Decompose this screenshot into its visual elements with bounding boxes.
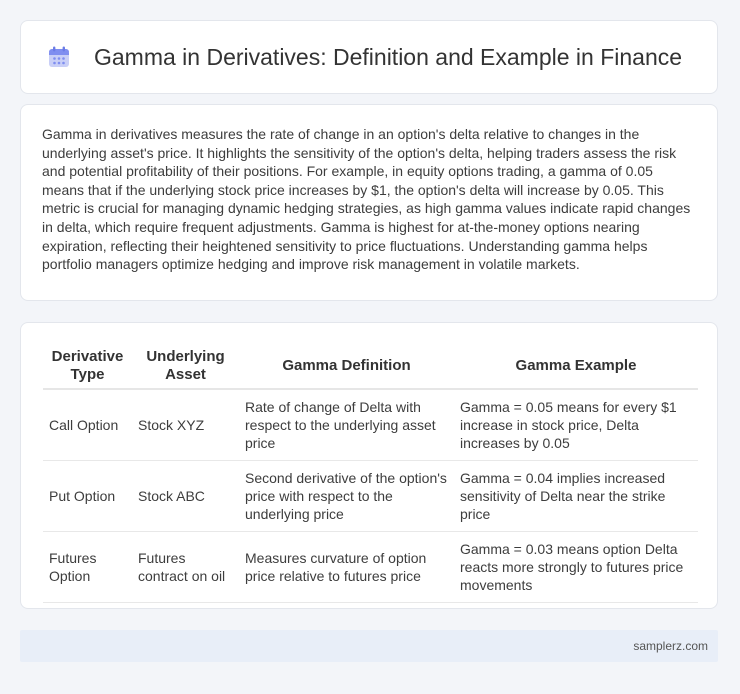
page-title: Gamma in Derivatives: Definition and Exa… xyxy=(94,43,683,70)
table-cell: Futures contract on oil xyxy=(132,531,239,603)
table-cell: Gamma = 0.03 means option Delta reacts m… xyxy=(454,531,698,603)
gamma-table: Derivative Type Underlying Asset Gamma D… xyxy=(43,344,698,603)
footer-link[interactable]: samplerz.com xyxy=(633,639,708,653)
table-row: Call Option Stock XYZ Rate of change of … xyxy=(43,389,698,461)
table-cell: Call Option xyxy=(43,389,132,461)
column-header: Gamma Example xyxy=(454,344,698,390)
table-row: Futures Option Futures contract on oil M… xyxy=(43,531,698,603)
table-cell: Gamma = 0.05 means for every $1 increase… xyxy=(454,389,698,461)
table-cell: Stock ABC xyxy=(132,460,239,532)
table-cell: Put Option xyxy=(43,460,132,532)
column-header: Underlying Asset xyxy=(132,344,239,390)
table-cell: Measures curvature of option price relat… xyxy=(239,531,454,603)
table-cell: Futures Option xyxy=(43,531,132,603)
table-cell: Stock XYZ xyxy=(132,389,239,461)
table-cell: Gamma = 0.04 implies increased sensitivi… xyxy=(454,460,698,532)
table-cell: Rate of change of Delta with respect to … xyxy=(239,389,454,461)
table-row: Put Option Stock ABC Second derivative o… xyxy=(43,460,698,532)
table-cell: Second derivative of the option's price … xyxy=(239,460,454,532)
table-header-row: Derivative Type Underlying Asset Gamma D… xyxy=(43,344,698,390)
intro-card: Gamma in derivatives measures the rate o… xyxy=(20,104,718,301)
table-card: Derivative Type Underlying Asset Gamma D… xyxy=(20,322,718,609)
header-card: Gamma in Derivatives: Definition and Exa… xyxy=(20,20,718,94)
column-header: Gamma Definition xyxy=(239,344,454,390)
intro-paragraph: Gamma in derivatives measures the rate o… xyxy=(42,126,691,273)
footer-bar: samplerz.com xyxy=(20,630,718,662)
calendar-icon xyxy=(48,46,70,68)
column-header: Derivative Type xyxy=(43,344,132,390)
